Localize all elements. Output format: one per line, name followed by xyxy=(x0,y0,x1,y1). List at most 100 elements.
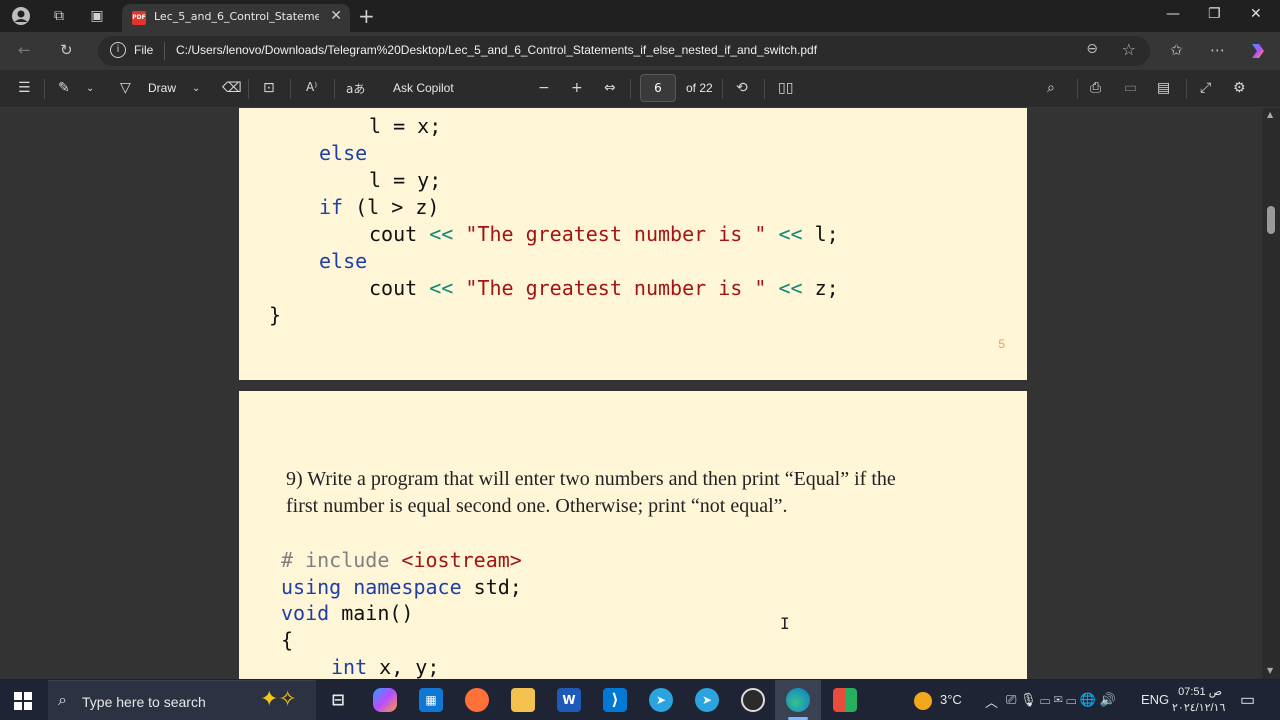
fullscreen-icon[interactable]: ⤢ xyxy=(1200,80,1211,96)
code-line: using namespace std; xyxy=(281,575,522,599)
code-line: cout << "The greatest number is " << z; xyxy=(369,276,839,300)
contents-icon[interactable]: ☰ xyxy=(18,80,31,96)
vscode-icon[interactable]: ⟩ xyxy=(603,688,627,712)
draw-icon[interactable]: ▽ xyxy=(120,80,131,96)
app-grid-icon[interactable] xyxy=(833,688,857,712)
url-text[interactable]: C:/Users/lenovo/Downloads/Telegram%20Des… xyxy=(176,43,817,57)
divider xyxy=(44,79,45,99)
taskbar-search[interactable]: ⌕ Type here to search ✦✧ xyxy=(48,680,316,720)
task-view-icon[interactable]: ⊟ xyxy=(326,688,350,712)
telegram-desktop-icon[interactable]: ➤ xyxy=(695,688,719,712)
profile-icon[interactable] xyxy=(10,6,32,26)
highlight-icon[interactable]: ✎ xyxy=(58,80,70,96)
language-indicator[interactable]: ENG xyxy=(1141,692,1169,707)
minimize-button[interactable]: — xyxy=(1166,6,1180,22)
close-tab-icon[interactable]: ✕ xyxy=(330,8,342,24)
zoom-out-icon[interactable]: − xyxy=(538,80,550,96)
tray-icons[interactable]: ⎚ 🎙 ▭ ✉ ▭ 🌐 🔊 xyxy=(1006,692,1116,708)
settings-gear-icon[interactable]: ⚙ xyxy=(1233,80,1246,96)
page-view-icon[interactable]: ▯▯ xyxy=(778,80,793,96)
total-pages-label: of 22 xyxy=(686,81,713,95)
pdf-viewer[interactable]: l = x; else l = y; if (l > z) cout << "T… xyxy=(0,108,1280,679)
code-line: else xyxy=(319,249,368,273)
info-icon[interactable]: i xyxy=(110,42,126,58)
divider xyxy=(1077,79,1078,99)
clock[interactable]: 07:51 ص ٢٠٢٤/١٢/١٦ xyxy=(1172,684,1225,716)
text-cursor-icon: I xyxy=(780,614,790,633)
copilot-app-icon[interactable] xyxy=(373,688,397,712)
back-icon[interactable]: ← xyxy=(18,41,31,59)
search-icon[interactable]: ⌕ xyxy=(1047,80,1055,96)
telegram-icon[interactable]: ➤ xyxy=(649,688,673,712)
question-line: first number is equal second one. Otherw… xyxy=(286,495,788,517)
ask-copilot-button[interactable]: Ask Copilot xyxy=(393,81,454,95)
chevron-up-icon[interactable]: ︿ xyxy=(985,692,998,711)
vertical-tabs-icon[interactable]: ▣ xyxy=(86,6,108,26)
title-bar: ⧉ ▣ PDF Lec_5_and_6_Control_Statements_i… xyxy=(0,0,1280,32)
pdf-page-5: l = x; else l = y; if (l > z) cout << "T… xyxy=(239,108,1027,380)
weather-temp[interactable]: 3°C xyxy=(940,692,962,707)
zoom-in-icon[interactable]: + xyxy=(571,80,583,96)
print-icon[interactable]: ⎙ xyxy=(1090,80,1101,96)
zoom-icon[interactable]: ⊖ xyxy=(1086,41,1098,57)
store-icon[interactable]: ▦ xyxy=(419,688,443,712)
pdf-page-6: 9) Write a program that will enter two n… xyxy=(239,391,1027,679)
chrome-like-icon[interactable] xyxy=(741,688,765,712)
firefox-icon[interactable] xyxy=(465,688,489,712)
read-aloud-icon[interactable]: A⁾ xyxy=(306,80,317,94)
tab-title: Lec_5_and_6_Control_Statements_if_else_n… xyxy=(154,10,319,23)
chevron-down-icon[interactable]: ⌄ xyxy=(192,83,200,94)
file-label: File xyxy=(134,43,154,57)
address-bar-row: ← ↻ i File C:/Users/lenovo/Downloads/Tel… xyxy=(0,32,1280,70)
rotate-icon[interactable]: ⟲ xyxy=(736,80,748,96)
address-bar[interactable]: i File C:/Users/lenovo/Downloads/Telegra… xyxy=(98,36,1150,66)
divider xyxy=(630,79,631,99)
divider xyxy=(164,42,165,60)
scroll-up-icon[interactable]: ▲ xyxy=(1267,110,1273,119)
restore-button[interactable]: ❐ xyxy=(1208,6,1221,22)
chevron-down-icon[interactable]: ⌄ xyxy=(86,83,94,94)
favorite-star-icon[interactable]: ☆ xyxy=(1122,40,1136,59)
page-number-input[interactable]: 6 xyxy=(640,74,676,102)
taskbar: ⌕ Type here to search ✦✧ ⊟ ▦ W ⟩ ➤ ➤ 3°C… xyxy=(0,680,1280,720)
pdf-file-icon: PDF xyxy=(132,11,146,25)
word-icon[interactable]: W xyxy=(557,688,581,712)
edge-icon[interactable] xyxy=(786,688,810,712)
draw-button[interactable]: Draw xyxy=(148,81,176,95)
eraser-icon[interactable]: ⌫ xyxy=(222,80,242,96)
search-icon: ⌕ xyxy=(58,690,67,709)
save-as-icon[interactable]: ▤ xyxy=(1157,80,1170,96)
new-tab-button[interactable]: + xyxy=(358,4,375,28)
translate-icon[interactable]: aあ xyxy=(346,80,365,97)
windows-start-icon[interactable] xyxy=(14,692,32,710)
refresh-icon[interactable]: ↻ xyxy=(60,41,73,59)
pdf-toolbar: ☰ ✎ ⌄ ▽ Draw ⌄ ⌫ ⊡ A⁾ aあ Ask Copilot − +… xyxy=(0,70,1280,108)
weather-sun-icon[interactable] xyxy=(914,692,932,710)
code-line: void main() xyxy=(281,601,414,625)
divider xyxy=(722,79,723,99)
more-options-icon[interactable]: ⋯ xyxy=(1210,41,1225,59)
vertical-scrollbar[interactable]: ▲ ▼ xyxy=(1262,108,1280,679)
fit-width-icon[interactable]: ⇔ xyxy=(604,80,616,96)
workspaces-icon[interactable]: ⧉ xyxy=(48,6,70,26)
copilot-icon[interactable] xyxy=(1248,41,1268,65)
file-explorer-icon[interactable] xyxy=(511,688,535,712)
favorites-icon[interactable]: ✩ xyxy=(1170,41,1183,59)
divider xyxy=(334,79,335,99)
scroll-down-icon[interactable]: ▼ xyxy=(1267,666,1273,675)
divider xyxy=(764,79,765,99)
close-window-button[interactable]: ✕ xyxy=(1250,6,1262,22)
save-icon[interactable]: ▭ xyxy=(1124,80,1137,96)
code-line: l = x; xyxy=(369,114,442,138)
text-box-icon[interactable]: ⊡ xyxy=(263,80,275,96)
scrollbar-thumb[interactable] xyxy=(1267,206,1275,234)
code-line: # include <iostream> xyxy=(281,548,522,572)
code-line: int x, y; xyxy=(331,655,440,679)
browser-tab-active[interactable]: PDF Lec_5_and_6_Control_Statements_if_el… xyxy=(122,4,350,32)
question-line: 9) Write a program that will enter two n… xyxy=(286,468,896,490)
time-text: 07:51 ص xyxy=(1178,686,1222,698)
notifications-icon[interactable]: ▭ xyxy=(1240,690,1255,710)
edge-active-slot[interactable] xyxy=(775,680,821,720)
copilot-sparkle-icon: ✦✧ xyxy=(260,687,297,712)
divider xyxy=(1186,79,1187,99)
